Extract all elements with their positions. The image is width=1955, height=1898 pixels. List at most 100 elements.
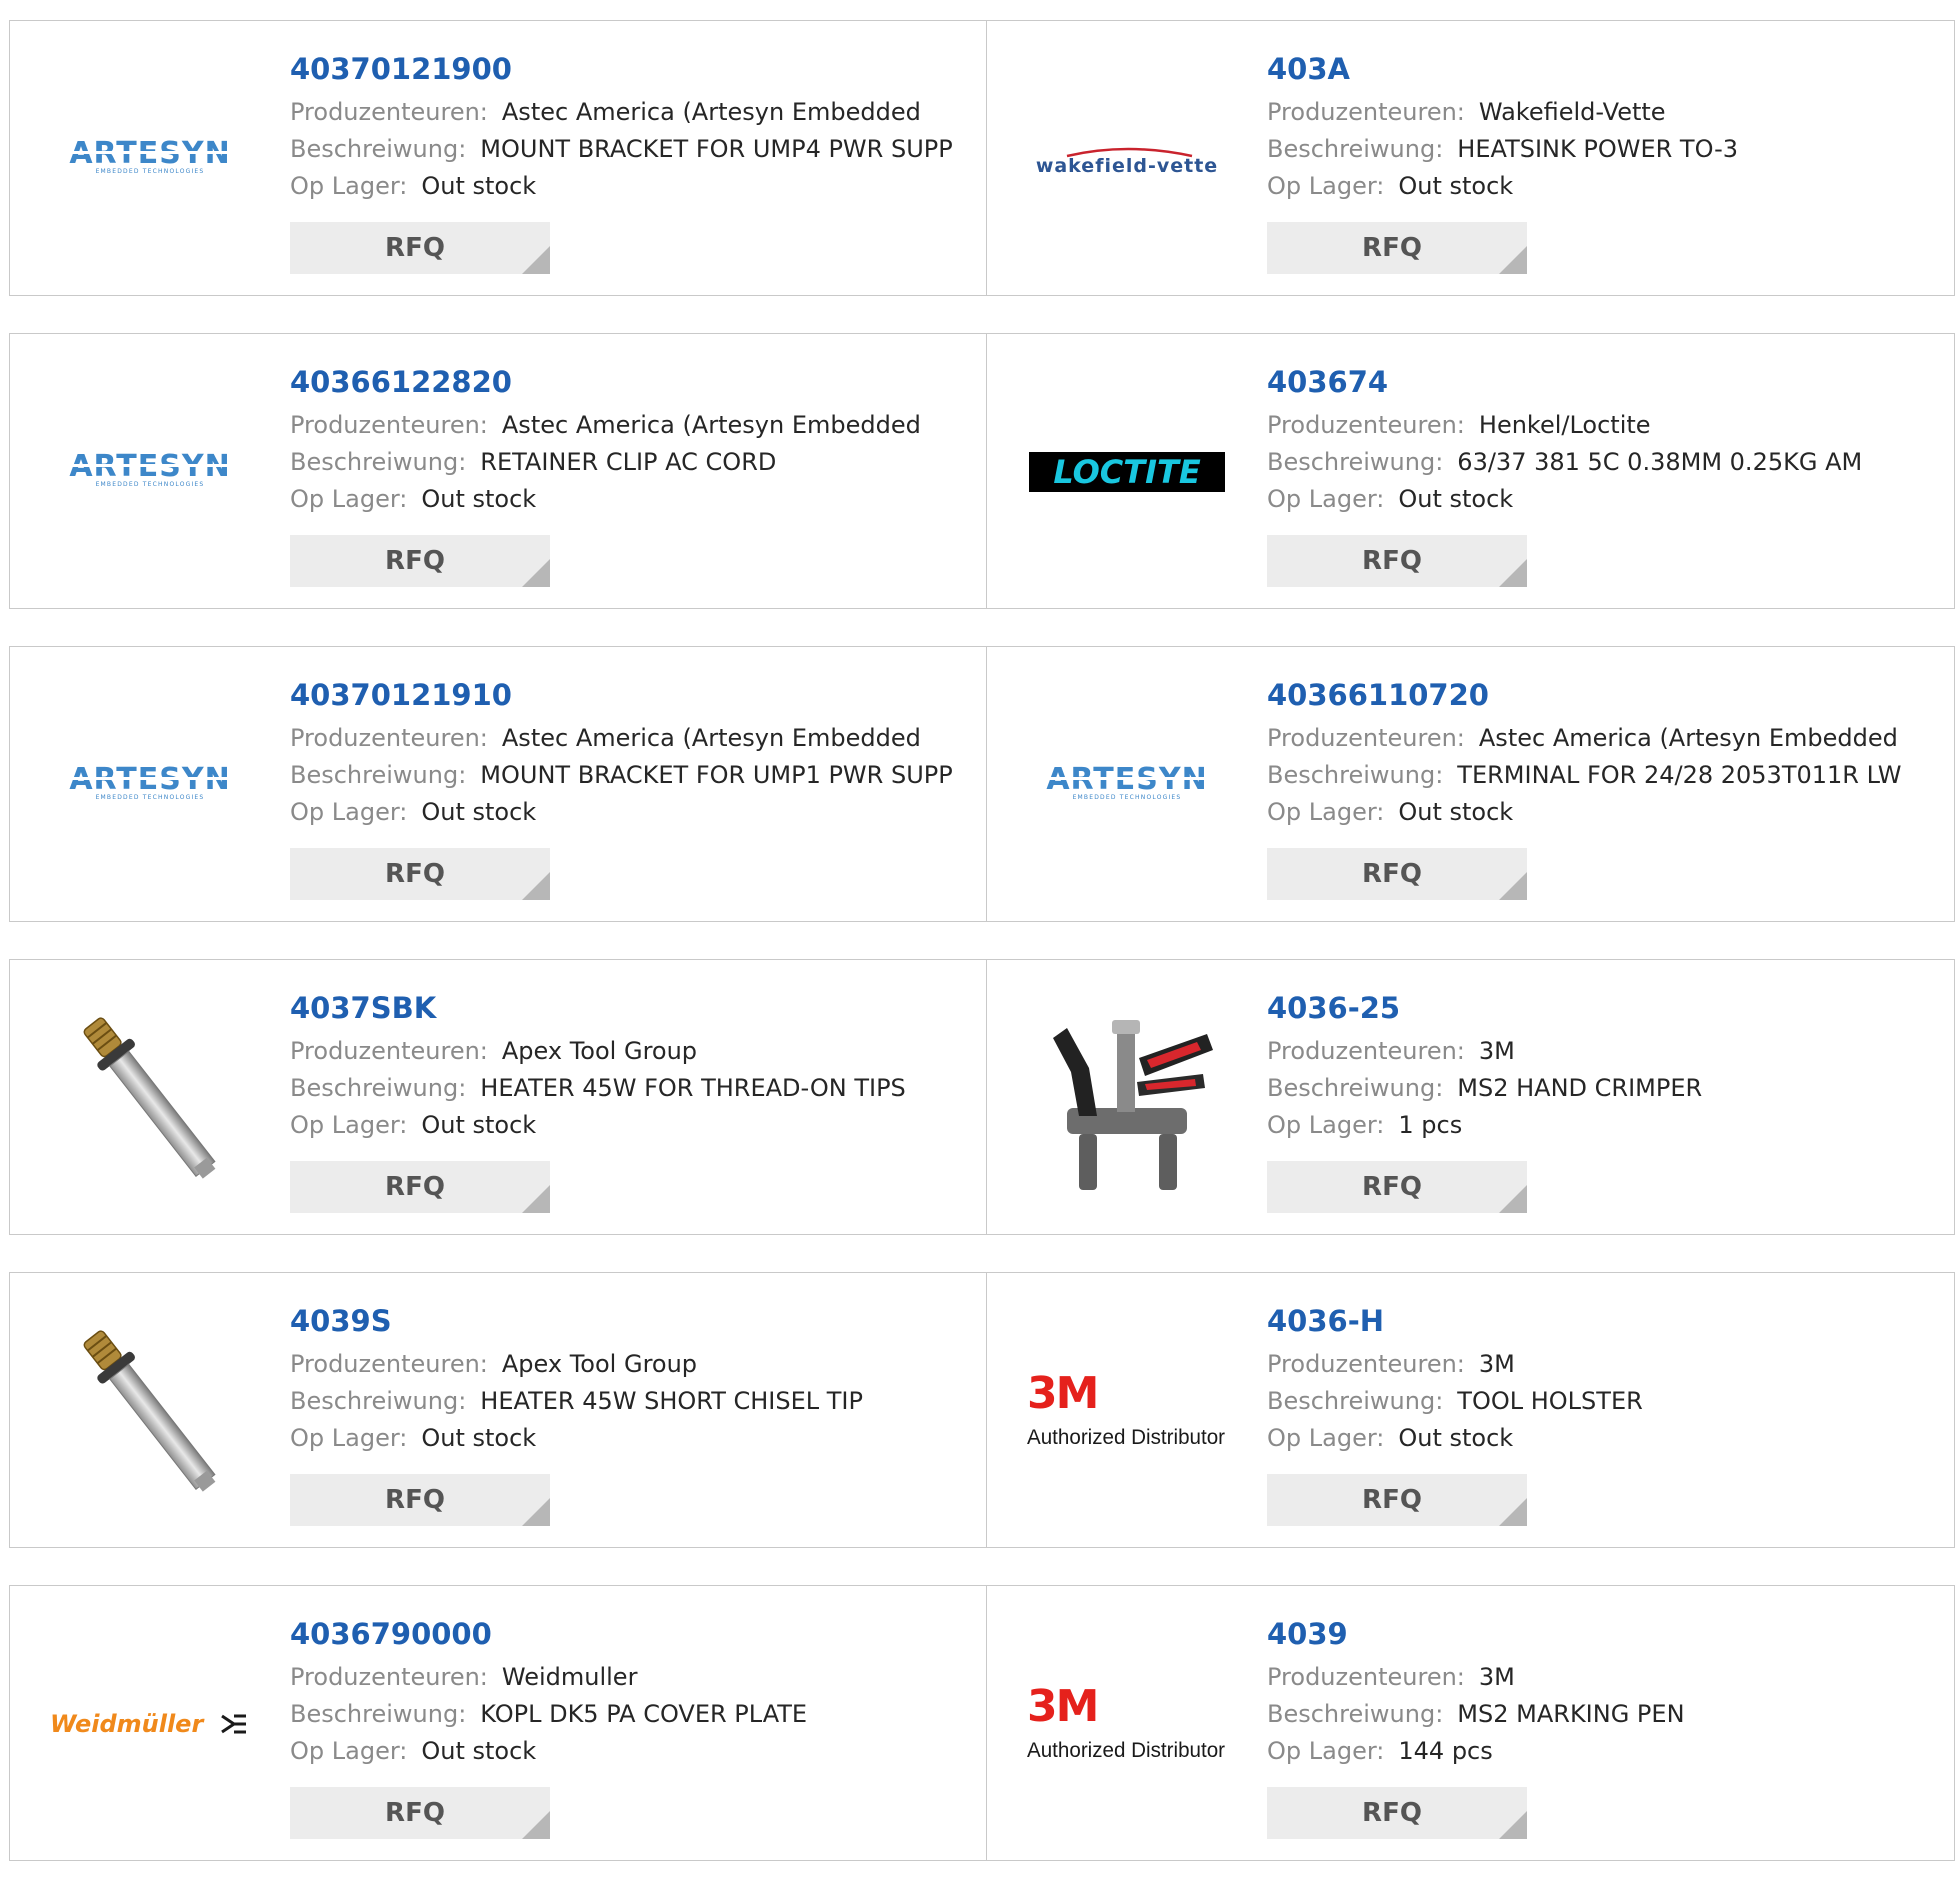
rfq-button[interactable]: RFQ (1267, 1161, 1527, 1213)
manufacturer-line: Produzenteuren: Wakefield-Vette (1267, 94, 1944, 131)
product-info: 40370121900 Produzenteuren: Astec America… (290, 49, 976, 205)
part-number-link[interactable]: 403674 (1267, 362, 1944, 402)
threem-logo-subtext: Authorized Distributor (1027, 1739, 1225, 1762)
stock-label: Op Lager: (290, 1111, 408, 1139)
product-image[interactable]: Weidmüller (50, 1624, 250, 1824)
stock-line: Op Lager: 1 pcs (1267, 1107, 1944, 1144)
rfq-button-label: RFQ (385, 233, 445, 263)
product-image[interactable] (50, 998, 250, 1198)
part-number-link[interactable]: 40366110720 (1267, 675, 1944, 715)
rfq-button-label: RFQ (1362, 546, 1422, 576)
part-number-link[interactable]: 4036790000 (290, 1614, 976, 1654)
loctite-logo-text: LOCTITE (1053, 453, 1201, 491)
rfq-button[interactable]: RFQ (290, 1474, 550, 1526)
part-number-link[interactable]: 403A (1267, 49, 1944, 89)
manufacturer-label: Produzenteuren: (1267, 411, 1465, 439)
part-number-link[interactable]: 4037SBK (290, 988, 976, 1028)
rfq-button[interactable]: RFQ (1267, 222, 1527, 274)
rfq-corner-icon (1499, 872, 1527, 900)
product-row: ARTESYN EMBEDDED TECHNOLOGIES 4037012190… (9, 20, 1955, 296)
loctite-logo: LOCTITE (1029, 452, 1225, 492)
description-line: Beschreiwung: HEATER 45W FOR THREAD-ON TI… (290, 1070, 976, 1107)
rfq-button-label: RFQ (1362, 1172, 1422, 1202)
stock-line: Op Lager: Out stock (290, 481, 976, 518)
stock-value: Out stock (421, 1737, 537, 1765)
stock-line: Op Lager: Out stock (290, 1107, 976, 1144)
crimper-photo (1053, 1020, 1213, 1190)
rfq-button-label: RFQ (385, 1485, 445, 1515)
rfq-corner-icon (522, 559, 550, 587)
threem-logo: 3M Authorized Distributor (1027, 1681, 1225, 1762)
description-line: Beschreiwung: MS2 HAND CRIMPER (1267, 1070, 1944, 1107)
threem-logo-subtext: Authorized Distributor (1027, 1426, 1225, 1449)
manufacturer-value: 3M (1478, 1037, 1515, 1065)
product-image[interactable]: ARTESYN EMBEDDED TECHNOLOGIES (50, 59, 250, 259)
product-image[interactable]: ARTESYN EMBEDDED TECHNOLOGIES (1027, 685, 1227, 885)
product-image[interactable] (50, 1311, 250, 1511)
stock-line: Op Lager: Out stock (1267, 168, 1944, 205)
rfq-corner-icon (522, 246, 550, 274)
artesyn-logo-text: ARTESYN (69, 452, 230, 484)
product-image[interactable]: LOCTITE (1027, 372, 1227, 572)
part-number-link[interactable]: 40370121910 (290, 675, 976, 715)
stock-label: Op Lager: (1267, 1737, 1385, 1765)
manufacturer-value: Astec America (Artesyn Embedded (501, 98, 921, 126)
product-image[interactable]: ARTESYN EMBEDDED TECHNOLOGIES (50, 372, 250, 572)
description-label: Beschreiwung: (1267, 761, 1444, 789)
rfq-button[interactable]: RFQ (290, 222, 550, 274)
manufacturer-line: Produzenteuren: Weidmuller (290, 1659, 976, 1696)
product-card: 4039S Produzenteuren: Apex Tool Group Bes… (9, 1272, 987, 1548)
product-image[interactable]: wakefield-vette (1027, 59, 1227, 259)
stock-label: Op Lager: (290, 172, 408, 200)
rfq-button[interactable]: RFQ (1267, 848, 1527, 900)
product-info: 4036790000 Produzenteuren: Weidmuller Bes… (290, 1614, 976, 1770)
description-label: Beschreiwung: (1267, 135, 1444, 163)
artesyn-logo: ARTESYN EMBEDDED TECHNOLOGIES (61, 452, 239, 488)
description-value: HEATER 45W SHORT CHISEL TIP (480, 1387, 863, 1415)
manufacturer-line: Produzenteuren: Astec America (Artesyn Em… (290, 94, 976, 131)
description-label: Beschreiwung: (290, 1074, 467, 1102)
manufacturer-value: Wakefield-Vette (1478, 98, 1666, 126)
part-number-link[interactable]: 40370121900 (290, 49, 976, 89)
rfq-corner-icon (1499, 559, 1527, 587)
rfq-button[interactable]: RFQ (290, 535, 550, 587)
rfq-corner-icon (1499, 1811, 1527, 1839)
product-image[interactable]: 3M Authorized Distributor (1027, 1311, 1227, 1511)
part-number-link[interactable]: 4039S (290, 1301, 976, 1341)
description-line: Beschreiwung: KOPL DK5 PA COVER PLATE (290, 1696, 976, 1733)
description-line: Beschreiwung: TOOL HOLSTER (1267, 1383, 1944, 1420)
stock-line: Op Lager: Out stock (290, 794, 976, 831)
rfq-button[interactable]: RFQ (1267, 1474, 1527, 1526)
product-image[interactable]: ARTESYN EMBEDDED TECHNOLOGIES (50, 685, 250, 885)
stock-value: Out stock (421, 172, 537, 200)
description-value: TOOL HOLSTER (1457, 1387, 1643, 1415)
rfq-corner-icon (1499, 246, 1527, 274)
wakefield-logo: wakefield-vette (1036, 147, 1217, 177)
description-label: Beschreiwung: (290, 448, 467, 476)
manufacturer-line: Produzenteuren: 3M (1267, 1033, 1944, 1070)
rfq-button[interactable]: RFQ (1267, 1787, 1527, 1839)
product-image[interactable] (1027, 998, 1227, 1198)
part-number-link[interactable]: 4036-H (1267, 1301, 1944, 1341)
description-line: Beschreiwung: MOUNT BRACKET FOR UMP1 PWR … (290, 757, 976, 794)
part-number-link[interactable]: 4039 (1267, 1614, 1944, 1654)
description-value: HEATER 45W FOR THREAD-ON TIPS (480, 1074, 906, 1102)
rfq-button[interactable]: RFQ (290, 1787, 550, 1839)
manufacturer-label: Produzenteuren: (1267, 1037, 1465, 1065)
product-image[interactable]: 3M Authorized Distributor (1027, 1624, 1227, 1824)
part-number-link[interactable]: 40366122820 (290, 362, 976, 402)
artesyn-logo: ARTESYN EMBEDDED TECHNOLOGIES (61, 139, 239, 175)
product-card: 4037SBK Produzenteuren: Apex Tool Group B… (9, 959, 987, 1235)
rfq-button[interactable]: RFQ (1267, 535, 1527, 587)
description-line: Beschreiwung: MS2 MARKING PEN (1267, 1696, 1944, 1733)
manufacturer-label: Produzenteuren: (290, 98, 488, 126)
product-row: Weidmüller 4036790000 Produzenteuren: Wei… (9, 1585, 1955, 1861)
rfq-button-label: RFQ (385, 859, 445, 889)
rfq-button[interactable]: RFQ (290, 848, 550, 900)
part-number-link[interactable]: 4036-25 (1267, 988, 1944, 1028)
product-info: 4039 Produzenteuren: 3M Beschreiwung: MS2 … (1267, 1614, 1944, 1770)
product-info: 4036-25 Produzenteuren: 3M Beschreiwung: M… (1267, 988, 1944, 1144)
manufacturer-value: 3M (1478, 1350, 1515, 1378)
product-card: 4036-25 Produzenteuren: 3M Beschreiwung: M… (987, 959, 1955, 1235)
rfq-button[interactable]: RFQ (290, 1161, 550, 1213)
